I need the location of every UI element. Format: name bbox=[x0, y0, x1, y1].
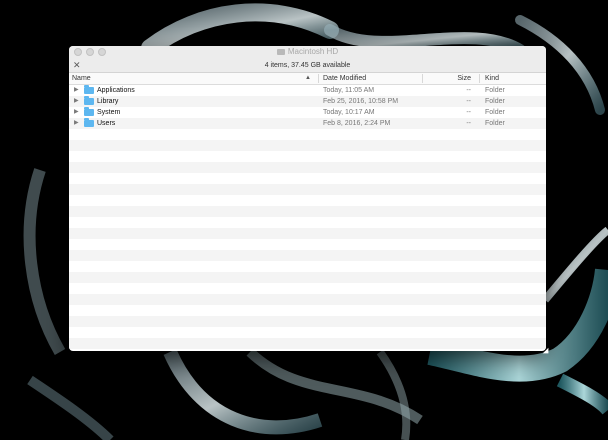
column-kind-header[interactable]: Kind bbox=[485, 73, 499, 84]
empty-row bbox=[69, 151, 546, 162]
empty-row bbox=[69, 272, 546, 283]
empty-row bbox=[69, 184, 546, 195]
list-item[interactable]: ▶ Applications Today, 11:05 AM -- Folder bbox=[69, 85, 546, 96]
empty-row bbox=[69, 316, 546, 327]
disclosure-triangle-icon[interactable]: ▶ bbox=[74, 118, 79, 129]
item-size: -- bbox=[466, 87, 471, 94]
empty-row bbox=[69, 283, 546, 294]
window-title-text: Macintosh HD bbox=[287, 47, 339, 56]
sort-ascending-icon: ▲ bbox=[305, 75, 311, 81]
list-item[interactable]: ▶ Users Feb 8, 2016, 2:24 PM -- Folder bbox=[69, 118, 546, 129]
column-size-header[interactable]: Size bbox=[457, 73, 471, 84]
folder-icon bbox=[84, 96, 94, 105]
disclosure-triangle-icon[interactable]: ▶ bbox=[74, 107, 79, 118]
item-kind: Folder bbox=[485, 87, 505, 94]
empty-row bbox=[69, 228, 546, 239]
empty-row bbox=[69, 250, 546, 261]
column-name-header[interactable]: Name bbox=[72, 73, 91, 84]
empty-row bbox=[69, 195, 546, 206]
item-date: Feb 25, 2016, 10:58 PM bbox=[323, 98, 399, 105]
column-divider[interactable] bbox=[479, 74, 480, 83]
item-name: System bbox=[97, 109, 121, 116]
item-name: Library bbox=[97, 98, 119, 105]
empty-row bbox=[69, 239, 546, 250]
item-kind: Folder bbox=[485, 120, 505, 127]
item-date: Today, 10:17 AM bbox=[323, 109, 375, 116]
item-size: -- bbox=[466, 120, 471, 127]
column-header: Name ▲ Date Modified Size Kind bbox=[69, 73, 546, 85]
file-list: ▶ Applications Today, 11:05 AM -- Folder… bbox=[69, 85, 546, 351]
empty-row bbox=[69, 327, 546, 338]
column-date-header[interactable]: Date Modified bbox=[323, 73, 366, 84]
status-text: 4 items, 37.45 GB available bbox=[264, 62, 351, 69]
item-date: Feb 8, 2016, 2:24 PM bbox=[323, 120, 391, 127]
column-divider[interactable] bbox=[422, 74, 423, 83]
empty-row bbox=[69, 140, 546, 151]
empty-row bbox=[69, 217, 546, 228]
window-title: Macintosh HD bbox=[69, 47, 546, 57]
hard-disk-icon bbox=[276, 49, 285, 55]
item-kind: Folder bbox=[485, 109, 505, 116]
empty-row bbox=[69, 261, 546, 272]
item-date: Today, 11:05 AM bbox=[323, 87, 375, 94]
empty-stripes bbox=[69, 129, 546, 349]
empty-row bbox=[69, 294, 546, 305]
item-size: -- bbox=[466, 98, 471, 105]
finder-window: Macintosh HD ✕ 4 items, 37.45 GB availab… bbox=[69, 46, 546, 351]
item-name: Users bbox=[97, 120, 116, 127]
empty-row bbox=[69, 338, 546, 349]
folder-icon bbox=[84, 85, 94, 94]
empty-row bbox=[69, 173, 546, 184]
status-bar: ✕ 4 items, 37.45 GB available bbox=[69, 58, 546, 73]
title-bar[interactable]: Macintosh HD bbox=[69, 46, 546, 58]
folder-icon bbox=[84, 107, 94, 116]
empty-row bbox=[69, 162, 546, 173]
empty-row bbox=[69, 206, 546, 217]
item-kind: Folder bbox=[485, 98, 505, 105]
item-size: -- bbox=[466, 109, 471, 116]
disclosure-triangle-icon[interactable]: ▶ bbox=[74, 96, 79, 107]
item-name: Applications bbox=[97, 87, 135, 94]
empty-row bbox=[69, 305, 546, 316]
folder-icon bbox=[84, 118, 94, 127]
empty-row bbox=[69, 129, 546, 140]
column-divider[interactable] bbox=[318, 74, 319, 83]
list-item[interactable]: ▶ Library Feb 25, 2016, 10:58 PM -- Fold… bbox=[69, 96, 546, 107]
list-item[interactable]: ▶ System Today, 10:17 AM -- Folder bbox=[69, 107, 546, 118]
disclosure-triangle-icon[interactable]: ▶ bbox=[74, 85, 79, 96]
